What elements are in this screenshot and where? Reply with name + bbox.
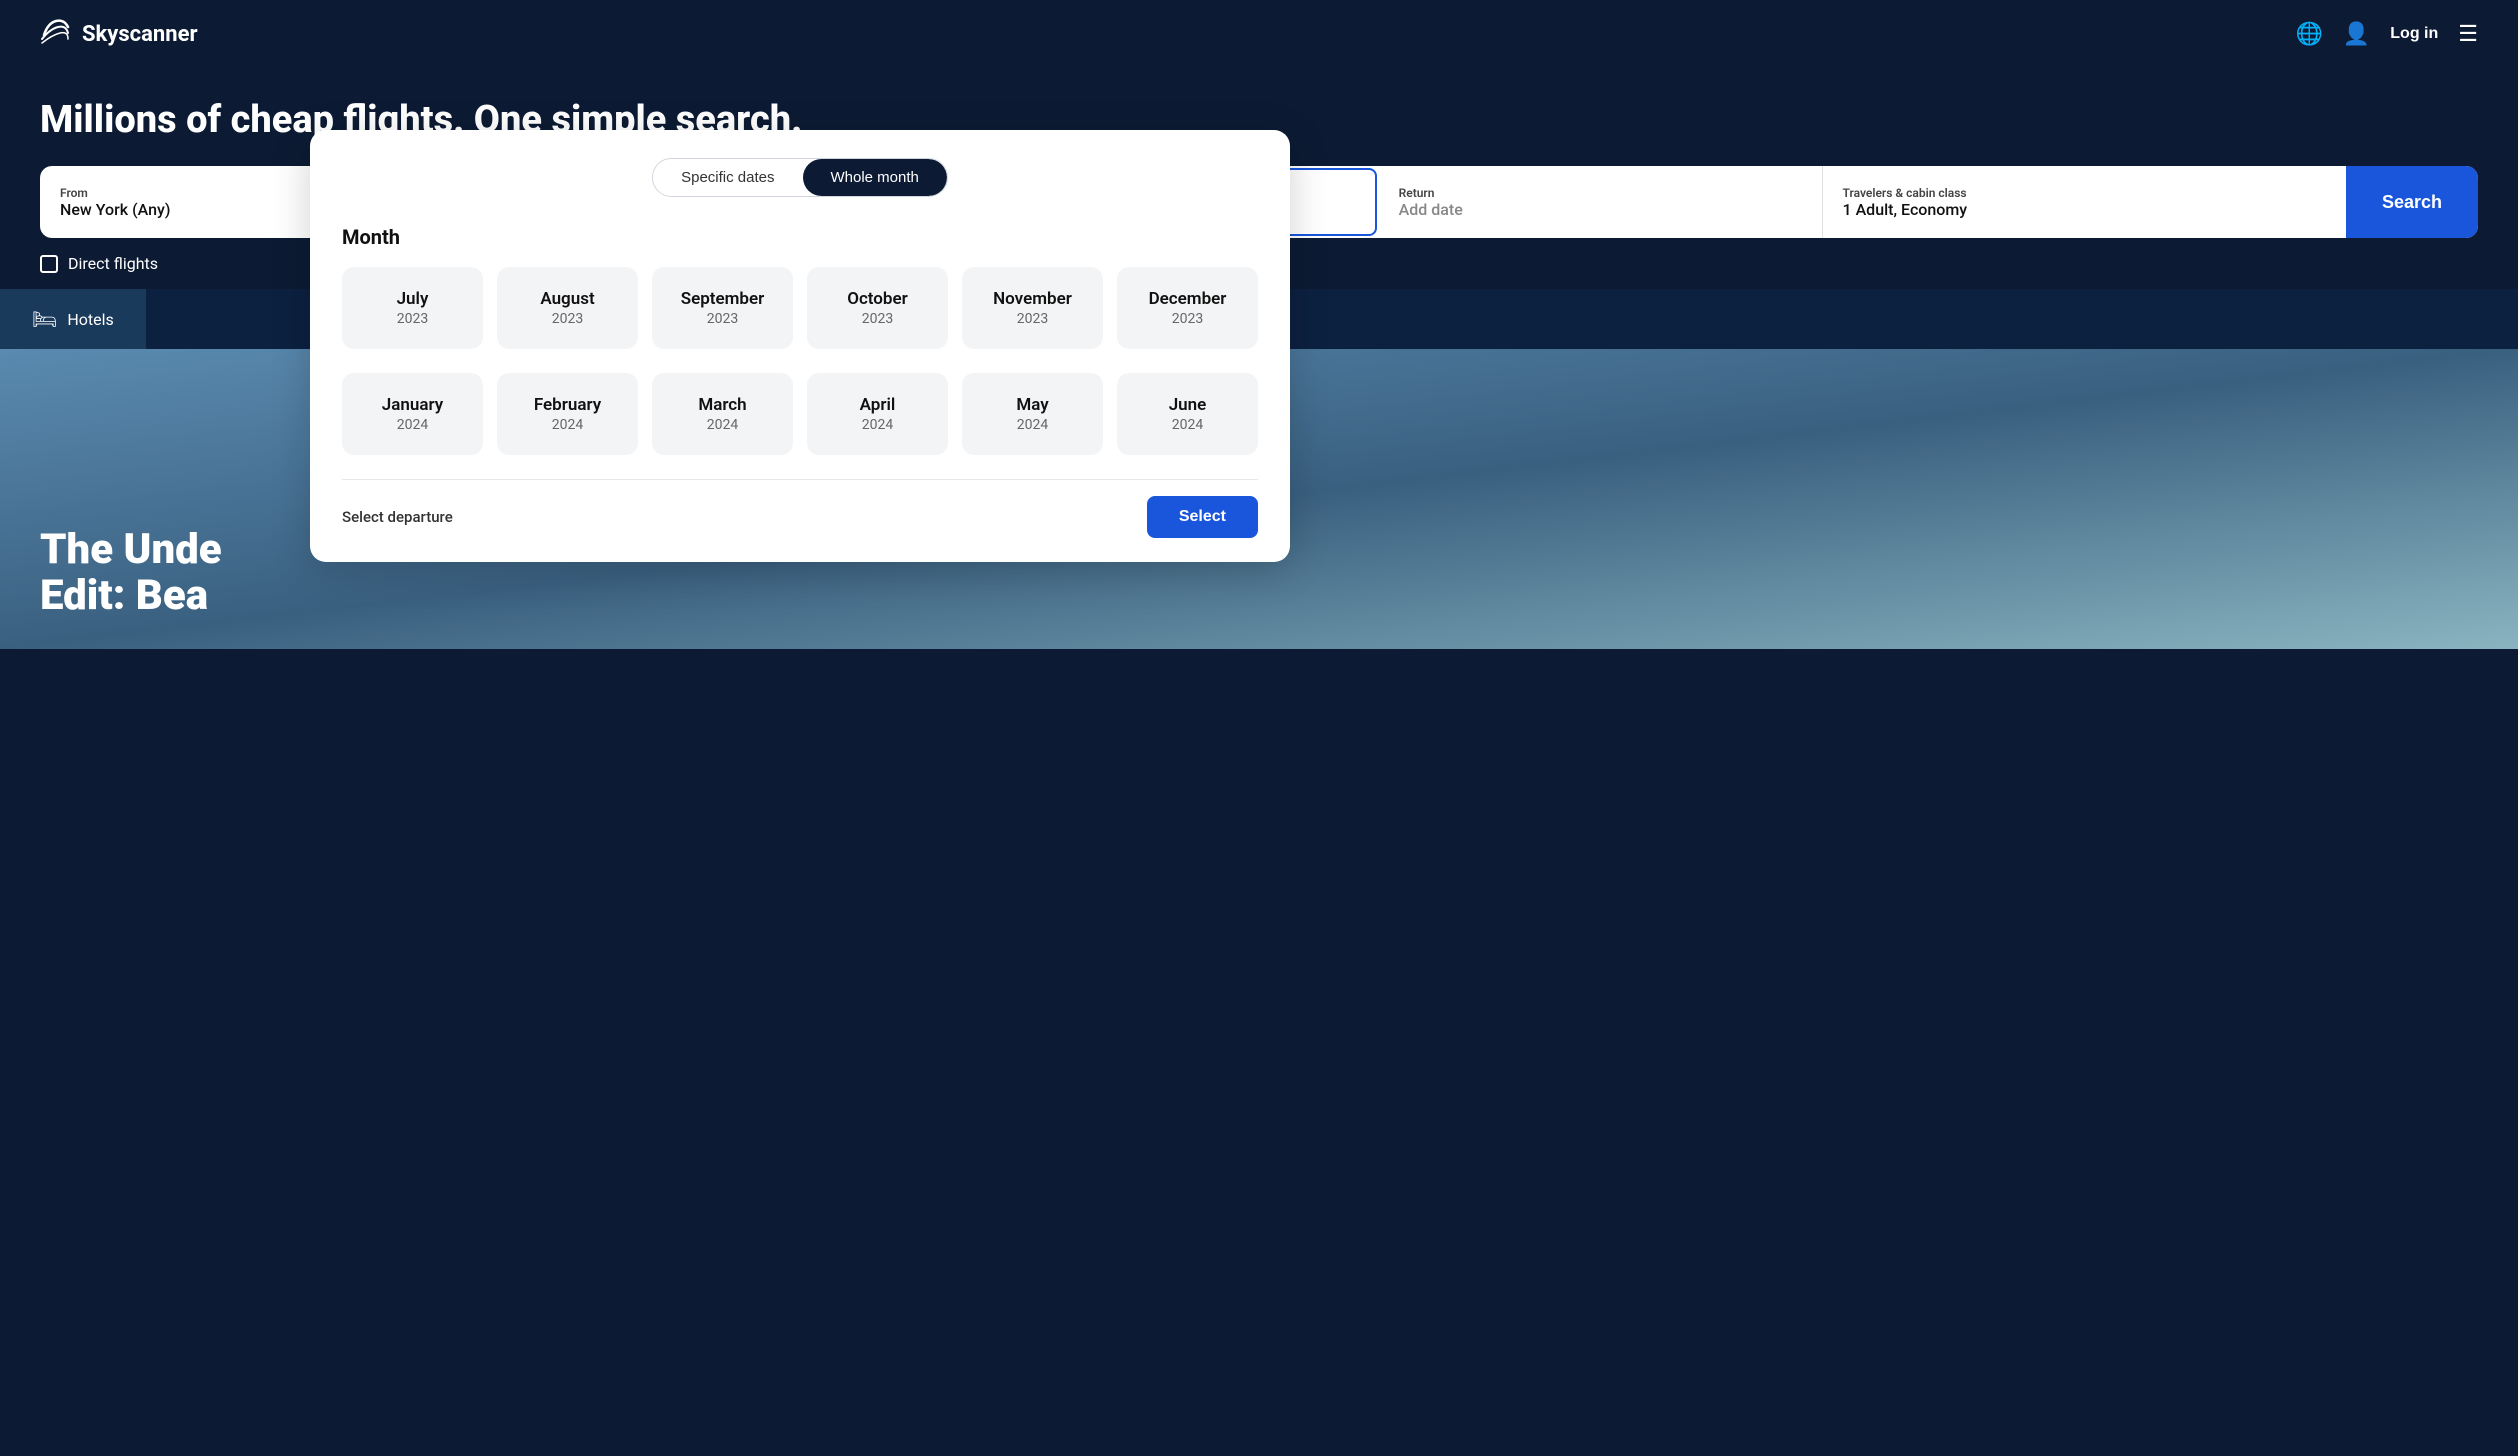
months-grid-row2: January 2024 February 2024 March 2024 Ap… (342, 373, 1258, 455)
toggle-row: Specific dates Whole month (342, 158, 1258, 197)
whole-month-toggle[interactable]: Whole month (803, 159, 947, 196)
month-year: 2023 (972, 311, 1093, 327)
month-card-may-2024[interactable]: May 2024 (962, 373, 1103, 455)
month-year: 2024 (352, 417, 473, 433)
month-year: 2024 (507, 417, 628, 433)
month-name: July (352, 289, 473, 309)
return-value: Add date (1399, 200, 1802, 219)
month-card-november-2023[interactable]: November 2023 (962, 267, 1103, 349)
bg-text-line1: The Unde (40, 525, 222, 574)
skyscanner-logo-icon (40, 15, 72, 54)
month-year: 2024 (1127, 417, 1248, 433)
globe-icon[interactable]: 🌐 (2295, 22, 2322, 47)
hotels-tab[interactable]: 🛏 Hotels (0, 289, 146, 349)
month-name: October (817, 289, 938, 309)
month-heading: Month (342, 225, 1258, 249)
month-name: February (507, 395, 628, 415)
month-year: 2023 (662, 311, 783, 327)
direct-flights-checkbox[interactable] (40, 255, 58, 273)
month-year: 2023 (352, 311, 473, 327)
months-grid-row1: July 2023 August 2023 September 2023 Oct… (342, 267, 1258, 349)
select-button[interactable]: Select (1147, 496, 1258, 538)
logo-area: Skyscanner (40, 15, 198, 54)
return-field[interactable]: Return Add date (1379, 166, 1823, 238)
header-right: 🌐 👤 Log in ☰ (2295, 22, 2478, 47)
search-button[interactable]: Search (2346, 166, 2478, 238)
header: Skyscanner 🌐 👤 Log in ☰ (0, 0, 2518, 68)
month-name: August (507, 289, 628, 309)
menu-icon[interactable]: ☰ (2458, 22, 2478, 47)
month-card-february-2024[interactable]: February 2024 (497, 373, 638, 455)
travelers-field[interactable]: Travelers & cabin class 1 Adult, Economy (1823, 166, 2346, 238)
month-year: 2024 (662, 417, 783, 433)
month-year: 2023 (817, 311, 938, 327)
logo-text: Skyscanner (82, 22, 198, 47)
month-name: May (972, 395, 1093, 415)
page-container: Skyscanner 🌐 👤 Log in ☰ Millions of chea… (0, 0, 2518, 1456)
month-name: January (352, 395, 473, 415)
month-name: April (817, 395, 938, 415)
return-label: Return (1399, 186, 1802, 200)
month-card-december-2023[interactable]: December 2023 (1117, 267, 1258, 349)
login-button[interactable]: Log in (2390, 25, 2438, 43)
footer-text: Select departure (342, 508, 453, 526)
month-name: June (1127, 395, 1248, 415)
calendar-popup: Specific dates Whole month Month July 20… (310, 130, 1290, 562)
bg-text: The Unde Edit: Bea (40, 527, 222, 619)
bg-text-line2: Edit: Bea (40, 571, 208, 620)
month-name: March (662, 395, 783, 415)
user-icon[interactable]: 👤 (2343, 22, 2370, 47)
hotels-icon: 🛏 (32, 307, 57, 331)
month-card-april-2024[interactable]: April 2024 (807, 373, 948, 455)
hotels-label: Hotels (67, 310, 113, 329)
month-name: September (662, 289, 783, 309)
date-toggle-group: Specific dates Whole month (652, 158, 948, 197)
month-card-october-2023[interactable]: October 2023 (807, 267, 948, 349)
popup-footer: Select departure Select (342, 479, 1258, 538)
direct-flights-label: Direct flights (68, 254, 158, 273)
month-card-june-2024[interactable]: June 2024 (1117, 373, 1258, 455)
month-card-august-2023[interactable]: August 2023 (497, 267, 638, 349)
month-year: 2024 (817, 417, 938, 433)
specific-dates-toggle[interactable]: Specific dates (653, 159, 802, 196)
month-year: 2023 (507, 311, 628, 327)
month-card-september-2023[interactable]: September 2023 (652, 267, 793, 349)
month-card-march-2024[interactable]: March 2024 (652, 373, 793, 455)
month-card-january-2024[interactable]: January 2024 (342, 373, 483, 455)
month-name: November (972, 289, 1093, 309)
month-name: December (1127, 289, 1248, 309)
month-year: 2023 (1127, 311, 1248, 327)
month-card-july-2023[interactable]: July 2023 (342, 267, 483, 349)
travelers-label: Travelers & cabin class (1843, 186, 2326, 200)
travelers-value: 1 Adult, Economy (1843, 200, 2326, 219)
month-year: 2024 (972, 417, 1093, 433)
